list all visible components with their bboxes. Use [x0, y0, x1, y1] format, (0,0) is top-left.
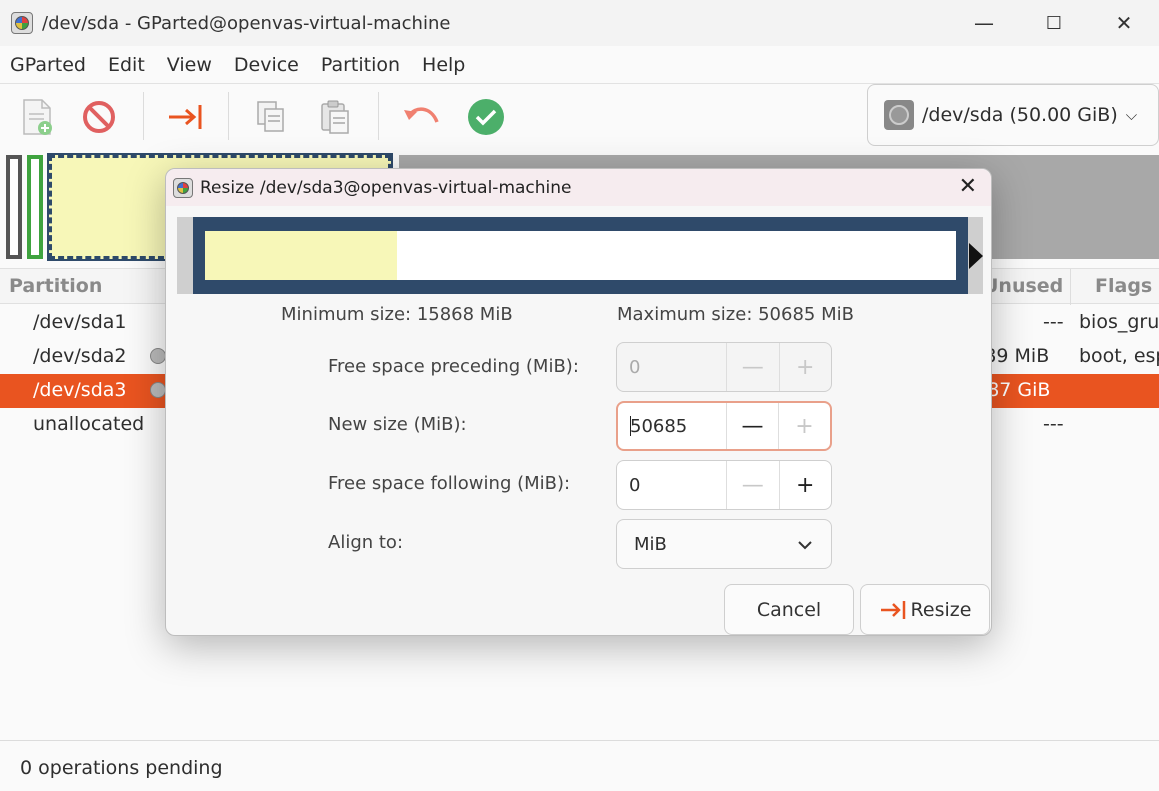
new-partition-icon: [23, 99, 52, 135]
maximum-size-label: Maximum size: 50685 MiB: [617, 304, 854, 325]
resize-move-icon: [169, 105, 202, 129]
column-flags[interactable]: Flags: [1095, 275, 1152, 297]
resizer-frame[interactable]: [193, 217, 968, 294]
preceding-decrement-button: —: [726, 343, 778, 391]
free-space-preceding-input: 0: [629, 356, 641, 378]
apply-icon: [468, 99, 504, 135]
menu-view[interactable]: View: [157, 54, 224, 76]
delete-partition-icon: [83, 101, 115, 133]
paste-icon: [321, 100, 349, 134]
mount-key-icon: [150, 348, 166, 364]
device-selector[interactable]: /dev/sda (50.00 GiB) ⌵: [867, 84, 1159, 146]
used-space-bar: [205, 231, 397, 280]
cancel-button-label: Cancel: [756, 598, 822, 621]
device-label: /dev/sda (50.00 GiB): [922, 104, 1118, 126]
align-to-dropdown[interactable]: MiB: [616, 519, 832, 569]
partition-block-sda2[interactable]: [27, 155, 43, 259]
paste-button[interactable]: [312, 94, 358, 140]
hard-disk-icon: [884, 100, 914, 130]
resize-dialog: Resize /dev/sda3@openvas-virtual-machine…: [165, 168, 992, 636]
menu-device[interactable]: Device: [224, 54, 311, 76]
cell-partition: /dev/sda2: [33, 345, 127, 367]
cell-partition: /dev/sda3: [33, 379, 127, 401]
window-controls: — ☐ ✕: [949, 0, 1159, 46]
new-size-input[interactable]: 50685: [618, 403, 726, 449]
undo-button[interactable]: [398, 94, 444, 140]
partition-resizer[interactable]: [177, 217, 983, 294]
new-partition-button[interactable]: [14, 94, 60, 140]
cell-partition: /dev/sda1: [33, 311, 127, 333]
copy-button[interactable]: [248, 94, 294, 140]
cell-unused: ---: [1043, 311, 1064, 333]
minimum-size-label: Minimum size: 15868 MiB: [281, 304, 513, 325]
undo-icon: [404, 107, 439, 123]
following-increment-button[interactable]: +: [778, 461, 831, 509]
apply-button[interactable]: [463, 94, 509, 140]
minimize-button[interactable]: —: [949, 0, 1019, 46]
free-space-following-input[interactable]: 0: [617, 461, 726, 509]
copy-icon: [257, 101, 284, 132]
resize-button-label: Resize: [910, 598, 972, 621]
cell-flags: boot, esp: [1079, 345, 1159, 367]
toolbar: /dev/sda (50.00 GiB) ⌵: [0, 84, 1159, 150]
resize-handle-right-icon[interactable]: [969, 243, 983, 269]
gparted-app-icon: [173, 177, 193, 198]
menu-gparted[interactable]: GParted: [0, 54, 98, 76]
resize-button[interactable]: Resize: [860, 584, 990, 635]
chevron-down-icon: [798, 541, 812, 550]
resize-move-button[interactable]: [162, 94, 208, 140]
delete-partition-button[interactable]: [76, 94, 122, 140]
maximize-button[interactable]: ☐: [1019, 0, 1089, 46]
cancel-button[interactable]: Cancel: [724, 584, 854, 635]
new-size-decrement-button[interactable]: —: [726, 403, 778, 449]
chevron-down-icon: ⌵: [1125, 106, 1138, 124]
status-bar: 0 operations pending: [0, 740, 1159, 791]
dialog-close-button[interactable]: ✕: [959, 174, 977, 199]
column-unused[interactable]: Unused: [983, 275, 1063, 297]
new-size-increment-button: +: [778, 403, 830, 449]
mount-key-icon: [150, 382, 166, 398]
status-text: 0 operations pending: [20, 757, 223, 779]
align-to-label: Align to:: [328, 532, 404, 553]
cell-flags: bios_grub: [1079, 311, 1159, 333]
gparted-app-icon: [11, 12, 33, 34]
menu-bar: GParted Edit View Device Partition Help: [0, 46, 1159, 84]
free-space-following-label: Free space following (MiB):: [328, 473, 571, 494]
column-partition[interactable]: Partition: [9, 275, 102, 297]
window-title: /dev/sda - GParted@openvas-virtual-machi…: [42, 12, 451, 34]
preceding-increment-button: +: [778, 343, 831, 391]
new-size-label: New size (MiB):: [328, 414, 467, 435]
menu-edit[interactable]: Edit: [98, 54, 157, 76]
dialog-titlebar: Resize /dev/sda3@openvas-virtual-machine: [166, 169, 991, 206]
cell-unused: ---: [1043, 413, 1064, 435]
window-titlebar: /dev/sda - GParted@openvas-virtual-machi…: [0, 0, 1159, 46]
resize-move-icon: [880, 600, 905, 619]
partition-block-sda1[interactable]: [6, 155, 22, 259]
menu-partition[interactable]: Partition: [311, 54, 412, 76]
menu-help[interactable]: Help: [412, 54, 477, 76]
close-button[interactable]: ✕: [1089, 0, 1159, 46]
free-space-following-spinner: 0 — +: [616, 460, 832, 510]
align-to-value: MiB: [634, 533, 667, 555]
free-space-preceding-label: Free space preceding (MiB):: [328, 356, 579, 377]
cell-partition: unallocated: [33, 413, 145, 435]
following-decrement-button: —: [726, 461, 778, 509]
free-space-preceding-spinner: 0 — +: [616, 342, 832, 392]
new-size-spinner: 50685 — +: [616, 401, 832, 451]
dialog-title: Resize /dev/sda3@openvas-virtual-machine: [200, 177, 572, 198]
